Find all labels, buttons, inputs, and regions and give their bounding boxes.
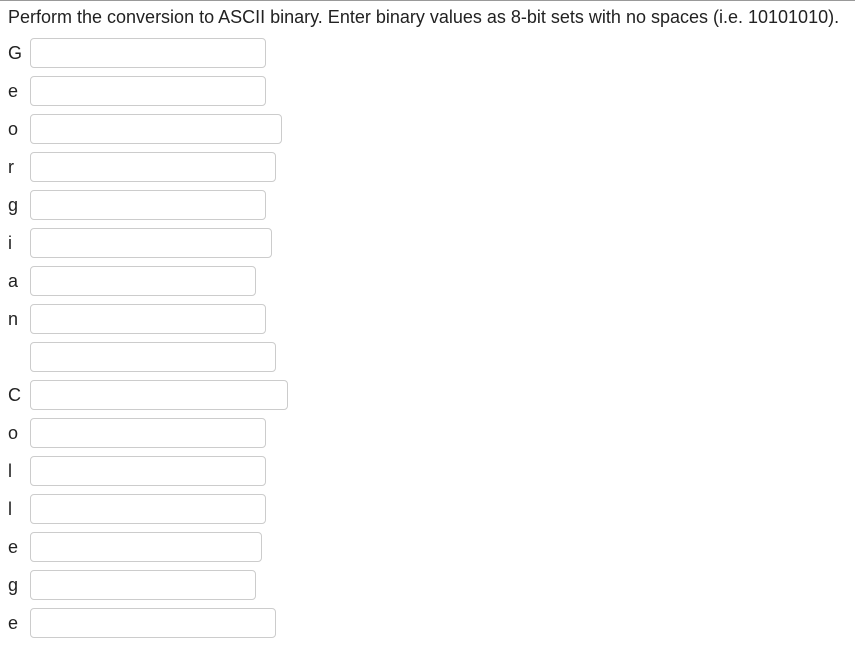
conversion-row: l — [8, 456, 855, 486]
conversion-row: o — [8, 114, 855, 144]
binary-input[interactable] — [30, 190, 266, 220]
binary-input[interactable] — [30, 570, 256, 600]
binary-input[interactable] — [30, 114, 282, 144]
char-label: C — [8, 385, 30, 406]
binary-input[interactable] — [30, 76, 266, 106]
char-label: g — [8, 195, 30, 216]
binary-input[interactable] — [30, 152, 276, 182]
conversion-row: i — [8, 228, 855, 258]
binary-input[interactable] — [30, 532, 262, 562]
char-label: o — [8, 423, 30, 444]
char-label: G — [8, 43, 30, 64]
conversion-row: g — [8, 570, 855, 600]
binary-input[interactable] — [30, 228, 272, 258]
char-label: o — [8, 119, 30, 140]
char-label: l — [8, 499, 30, 520]
char-label: l — [8, 461, 30, 482]
conversion-row: r — [8, 152, 855, 182]
conversion-row: g — [8, 190, 855, 220]
binary-input[interactable] — [30, 494, 266, 524]
conversion-row: n — [8, 304, 855, 334]
binary-input[interactable] — [30, 304, 266, 334]
binary-input[interactable] — [30, 608, 276, 638]
binary-input[interactable] — [30, 380, 288, 410]
conversion-row: a — [8, 266, 855, 296]
binary-input[interactable] — [30, 418, 266, 448]
conversion-row: C — [8, 380, 855, 410]
binary-input[interactable] — [30, 342, 276, 372]
char-label: a — [8, 271, 30, 292]
conversion-row: e — [8, 532, 855, 562]
conversion-row: e — [8, 608, 855, 638]
conversion-row: e — [8, 76, 855, 106]
char-label: e — [8, 81, 30, 102]
char-label: i — [8, 233, 30, 254]
char-label: e — [8, 537, 30, 558]
conversion-row: l — [8, 494, 855, 524]
conversion-row: o — [8, 418, 855, 448]
binary-input[interactable] — [30, 38, 266, 68]
char-label: n — [8, 309, 30, 330]
char-label: g — [8, 575, 30, 596]
conversion-row: G — [8, 38, 855, 68]
instruction-text: Perform the conversion to ASCII binary. … — [0, 1, 855, 38]
binary-input[interactable] — [30, 456, 266, 486]
conversion-rows: GeorgianCollege — [0, 38, 855, 638]
binary-input[interactable] — [30, 266, 256, 296]
char-label: e — [8, 613, 30, 634]
char-label: r — [8, 157, 30, 178]
conversion-row — [8, 342, 855, 372]
